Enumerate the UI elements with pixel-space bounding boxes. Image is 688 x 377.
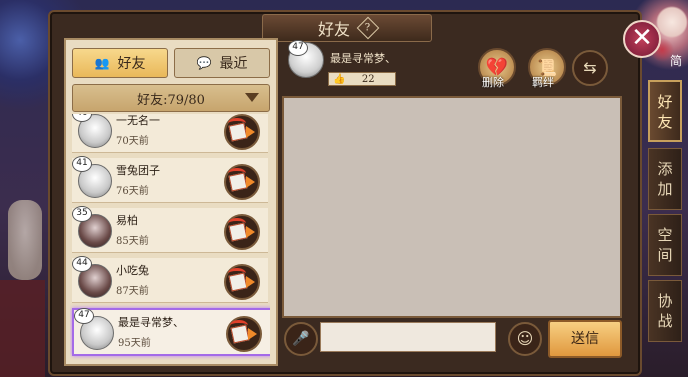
corner-character-text: 简 xyxy=(669,54,682,68)
arrow-right-icon xyxy=(246,126,255,138)
arrow-right-icon xyxy=(248,328,257,340)
swap-arrows-icon[interactable]: ⇆ xyxy=(572,50,608,86)
last-seen: 95天前 xyxy=(118,338,151,349)
delete-label: 删除 xyxy=(482,76,504,89)
gift-icon xyxy=(228,122,248,142)
list-item[interactable]: 41 雪兔团子 76天前 xyxy=(72,156,268,203)
thumbs-up-icon: 👍 xyxy=(333,73,346,85)
friend-name: 最是寻常梦、 xyxy=(118,316,184,329)
level-badge: 35 xyxy=(72,206,92,222)
send-button[interactable]: 送信 xyxy=(548,320,622,358)
side-tab-add[interactable]: 添加 xyxy=(648,148,682,210)
gift-icon xyxy=(230,324,250,344)
side-tab-coop[interactable]: 协战 xyxy=(648,280,682,342)
send-gift-button[interactable] xyxy=(224,214,260,250)
likes-counter: 👍 22 xyxy=(328,72,396,86)
tab-recent[interactable]: 💬 最近 xyxy=(174,48,270,78)
friend-list[interactable]: 40 一无名一 70天前 41 雪兔团子 76天前 35 易柏 85天前 xyxy=(70,114,270,360)
people-icon: 👥 xyxy=(94,56,110,70)
help-icon[interactable]: ? xyxy=(356,16,380,40)
background-decoration xyxy=(0,280,45,377)
send-gift-button[interactable] xyxy=(226,316,262,352)
message-input-row: 🎤 ☺ 送信 xyxy=(280,320,622,358)
window-title: 好友 xyxy=(317,20,350,39)
level-badge: 41 xyxy=(72,156,92,172)
level-badge: 44 xyxy=(72,256,92,272)
level-badge: 47 xyxy=(288,40,308,56)
tab-label: 最近 xyxy=(219,56,248,72)
arrow-right-icon xyxy=(246,226,255,238)
selected-friend-name: 最是寻常梦、 xyxy=(330,52,396,65)
arrow-right-icon xyxy=(246,176,255,188)
gift-icon xyxy=(228,172,248,192)
arrow-right-icon xyxy=(246,276,255,288)
tab-friends[interactable]: 👥 好友 xyxy=(72,48,168,78)
friend-name: 雪兔团子 xyxy=(116,164,160,177)
send-gift-button[interactable] xyxy=(224,164,260,200)
list-item-selected[interactable]: 47 最是寻常梦、 95天前 xyxy=(72,308,270,356)
gift-icon xyxy=(228,272,248,292)
chat-message-area[interactable] xyxy=(282,96,622,318)
likes-count: 22 xyxy=(361,73,375,85)
last-seen: 70天前 xyxy=(116,136,149,147)
friend-name: 小吃兔 xyxy=(116,264,149,277)
chat-panel: 47 最是寻常梦、 👍 22 💔 删除 📜 羁绊 ⇆ 🎤 ☺ 送信 xyxy=(280,38,622,362)
level-badge: 47 xyxy=(74,308,94,324)
tab-label: 好友 xyxy=(117,56,146,72)
side-tab-friends[interactable]: 好友 xyxy=(648,80,682,142)
microphone-icon[interactable]: 🎤 xyxy=(284,322,318,356)
list-item[interactable]: 35 易柏 85天前 xyxy=(72,206,268,253)
list-item[interactable]: 40 一无名一 70天前 xyxy=(72,114,268,153)
message-input[interactable] xyxy=(320,322,496,352)
gift-icon xyxy=(228,222,248,242)
bond-label: 羁绊 xyxy=(532,76,554,89)
send-gift-button[interactable] xyxy=(224,114,260,150)
emoji-icon[interactable]: ☺ xyxy=(508,322,542,356)
last-seen: 87天前 xyxy=(116,286,149,297)
friend-list-panel: 👥 好友 💬 最近 好友:79/80 40 一无名一 70天前 41 雪兔团子 … xyxy=(64,38,278,366)
friend-count-dropdown[interactable]: 好友:79/80 xyxy=(72,84,270,112)
last-seen: 85天前 xyxy=(116,236,149,247)
background-lantern xyxy=(8,200,42,280)
chevron-down-icon xyxy=(245,93,259,102)
chat-bubble-icon: 💬 xyxy=(196,56,212,70)
friend-name: 易柏 xyxy=(116,214,138,227)
last-seen: 76天前 xyxy=(116,186,149,197)
side-tab-space[interactable]: 空间 xyxy=(648,214,682,276)
friend-name: 一无名一 xyxy=(116,114,160,127)
list-item[interactable]: 44 小吃兔 87天前 xyxy=(72,256,268,303)
friend-count-label: 好友:79/80 xyxy=(137,92,205,108)
send-gift-button[interactable] xyxy=(224,264,260,300)
close-button[interactable]: ✕ xyxy=(623,20,661,58)
